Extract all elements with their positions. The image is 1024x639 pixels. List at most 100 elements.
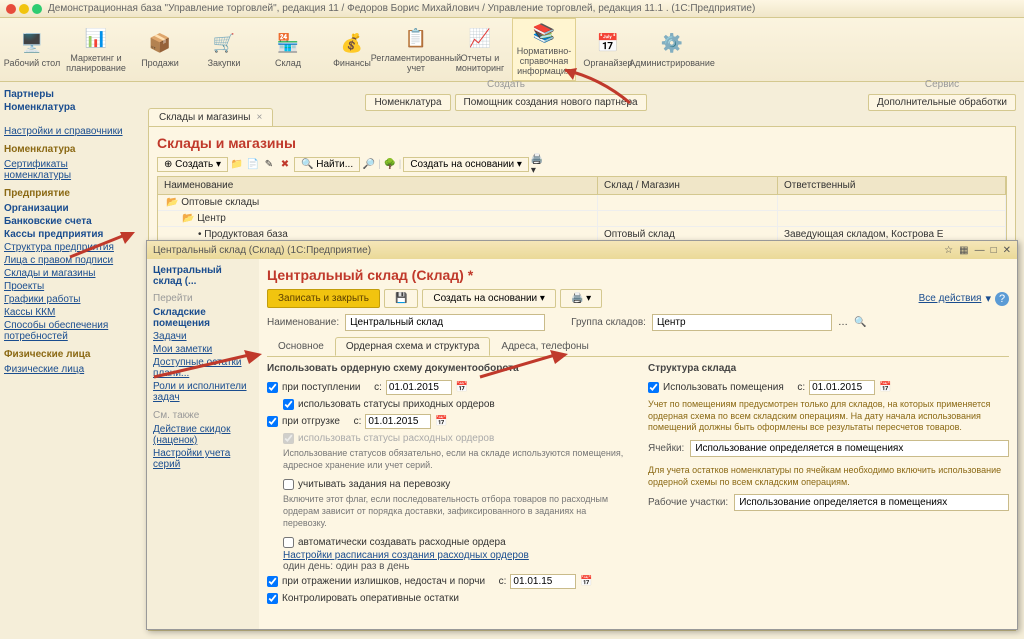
toolbar-item-6[interactable]: 📋Регламентированный учет [384, 18, 448, 81]
check-receipt-status[interactable] [283, 399, 294, 410]
btn-save-icon[interactable]: 💾 [384, 289, 418, 308]
toolbar-item-7[interactable]: 📈Отчеты и мониторинг [448, 18, 512, 81]
dlg-side-tasks[interactable]: Задачи [153, 330, 253, 343]
toolbar-icon: 🏪 [276, 32, 300, 56]
sidebar-enterprise-8[interactable]: Кассы ККМ [4, 306, 136, 319]
calendar-icon[interactable]: 📅 [456, 382, 468, 393]
dialog-close-icon[interactable]: ✕ [1003, 245, 1011, 256]
check-auto-orders[interactable] [283, 537, 294, 548]
tab-order-scheme[interactable]: Ордерная схема и структура [335, 337, 491, 356]
minimize-window-icon[interactable] [19, 4, 29, 14]
lookup-group-icon[interactable]: 🔍 [854, 317, 866, 328]
sidebar-partners[interactable]: Партнеры [4, 88, 136, 101]
sidebar-enterprise-0[interactable]: Организации [4, 202, 136, 215]
calendar-icon[interactable]: 📅 [435, 416, 447, 427]
input-group[interactable] [652, 314, 832, 331]
date-receipt[interactable] [386, 380, 452, 395]
dialog-minimize-icon[interactable]: — [975, 245, 985, 256]
tab-warehouses[interactable]: Склады и магазины× [148, 108, 273, 126]
dlg-side-roles[interactable]: Роли и исполнители задач [153, 380, 253, 404]
check-on-ship[interactable] [267, 416, 278, 427]
dialog-help-icon[interactable]: ☆ [944, 245, 953, 256]
hierarchy-icon[interactable]: 🌳 [383, 158, 397, 172]
table-row[interactable]: 📂 Оптовые склады [158, 195, 1006, 211]
date-rooms[interactable] [809, 380, 875, 395]
delete-icon[interactable]: ✖ [278, 158, 292, 172]
copy-icon[interactable]: 📄 [246, 158, 260, 172]
hint-statuses: Использование статусов обязательно, если… [267, 446, 628, 477]
tab-close-icon[interactable]: × [256, 112, 262, 123]
toolbar-item-2[interactable]: 📦Продажи [128, 18, 192, 81]
dlg-side-discounts[interactable]: Действие скидок (наценок) [153, 423, 253, 447]
dlg-side-rooms[interactable]: Складские помещения [153, 306, 253, 330]
btn-create-based-dlg[interactable]: Создать на основании ▾ [422, 289, 556, 308]
input-cells[interactable] [690, 440, 1009, 457]
panel-toolbar: ⊕ Создать ▾ 📁 📄 ✎ ✖ 🔍 Найти... 🔎 | 🌳 | С… [157, 157, 1007, 172]
sidebar-enterprise-3[interactable]: Структура предприятия [4, 241, 136, 254]
btn-find[interactable]: 🔍 Найти... [294, 157, 360, 172]
dialog-toolbar: Записать и закрыть 💾 Создать на основани… [267, 289, 1009, 308]
btn-print-dlg[interactable]: 🖨️ ▾ [560, 289, 602, 308]
dialog-settings-icon[interactable]: ▦ [959, 245, 968, 256]
col-responsible[interactable]: Ответственный [778, 177, 1006, 194]
tab-addresses[interactable]: Адреса, телефоны [490, 337, 599, 356]
check-surplus[interactable] [267, 576, 278, 587]
sidebar-enterprise-7[interactable]: Графики работы [4, 293, 136, 306]
input-areas[interactable] [734, 494, 1009, 511]
toolbar-item-0[interactable]: 🖥️Рабочий стол [0, 18, 64, 81]
dlg-side-series[interactable]: Настройки учета серий [153, 447, 253, 471]
toolbar-item-9[interactable]: 📅Органайзер [576, 18, 640, 81]
sidebar-enterprise-1[interactable]: Банковские счета [4, 215, 136, 228]
dialog-titlebar: Центральный склад (Склад) (1С:Предприяти… [147, 241, 1017, 259]
tab-main[interactable]: Основное [267, 337, 335, 356]
dialog-heading: Центральный склад (Склад) * [267, 267, 1009, 283]
col-warehouse[interactable]: Склад / Магазин [598, 177, 778, 194]
date-ship[interactable] [365, 414, 431, 429]
clear-filter-icon[interactable]: 🔎 [362, 158, 376, 172]
calendar-icon[interactable]: 📅 [580, 576, 592, 587]
sidebar-enterprise-4[interactable]: Лица с правом подписи [4, 254, 136, 267]
date-surplus[interactable] [510, 574, 576, 589]
btn-save-close[interactable]: Записать и закрыть [267, 289, 380, 308]
edit-icon[interactable]: ✎ [262, 158, 276, 172]
toolbar-icon: 💰 [340, 32, 364, 56]
table-row[interactable]: 📂 Центр [158, 211, 1006, 227]
dialog-maximize-icon[interactable]: □ [991, 245, 997, 256]
link-all-actions[interactable]: Все действия [919, 293, 982, 304]
btn-create-based[interactable]: Создать на основании ▾ [403, 157, 529, 172]
dlg-side-balances[interactable]: Доступные остатки плани... [153, 356, 253, 380]
calendar-icon[interactable]: 📅 [879, 382, 891, 393]
check-use-rooms[interactable] [648, 382, 659, 393]
toolbar-item-8[interactable]: 📚Нормативно-справочная информация [512, 18, 576, 81]
input-name[interactable] [345, 314, 545, 331]
toolbar-item-10[interactable]: ⚙️Администрирование [640, 18, 704, 81]
help-icon[interactable]: ? [995, 292, 1009, 306]
check-on-receipt[interactable] [267, 382, 278, 393]
check-control-balances[interactable] [267, 593, 278, 604]
print-icon[interactable]: 🖨️▾ [531, 158, 545, 172]
sidebar-settings-refs[interactable]: Настройки и справочники [4, 125, 136, 138]
sidebar-enterprise-5[interactable]: Склады и магазины [4, 267, 136, 280]
dlg-side-title: Центральный склад (... [153, 265, 253, 287]
btn-create[interactable]: ⊕ Создать ▾ [157, 157, 228, 172]
sidebar-enterprise-9[interactable]: Способы обеспечения потребностей [4, 319, 136, 343]
dlg-side-notes[interactable]: Мои заметки [153, 343, 253, 356]
link-schedule[interactable]: Настройки расписания создания расходных … [283, 550, 529, 561]
sidebar-certificates[interactable]: Сертификаты номенклатуры [4, 158, 136, 182]
check-transport[interactable] [283, 479, 294, 490]
sidebar-section-persons: Физические лица [4, 349, 136, 360]
toolbar-item-1[interactable]: 📊Маркетинг и планирование [64, 18, 128, 81]
sidebar-nomenclature[interactable]: Номенклатура [4, 101, 136, 114]
toolbar-item-3[interactable]: 🛒Закупки [192, 18, 256, 81]
sidebar-persons[interactable]: Физические лица [4, 363, 136, 376]
sidebar-enterprise-2[interactable]: Кассы предприятия [4, 228, 136, 241]
sidebar-enterprise-6[interactable]: Проекты [4, 280, 136, 293]
toolbar-item-4[interactable]: 🏪Склад [256, 18, 320, 81]
col-name[interactable]: Наименование [158, 177, 598, 194]
maximize-window-icon[interactable] [32, 4, 42, 14]
toolbar-icon: 🛒 [212, 32, 236, 56]
lbl-areas: Рабочие участки: [648, 497, 728, 508]
new-folder-icon[interactable]: 📁 [230, 158, 244, 172]
close-window-icon[interactable] [6, 4, 16, 14]
select-group-icon[interactable]: … [838, 317, 848, 328]
